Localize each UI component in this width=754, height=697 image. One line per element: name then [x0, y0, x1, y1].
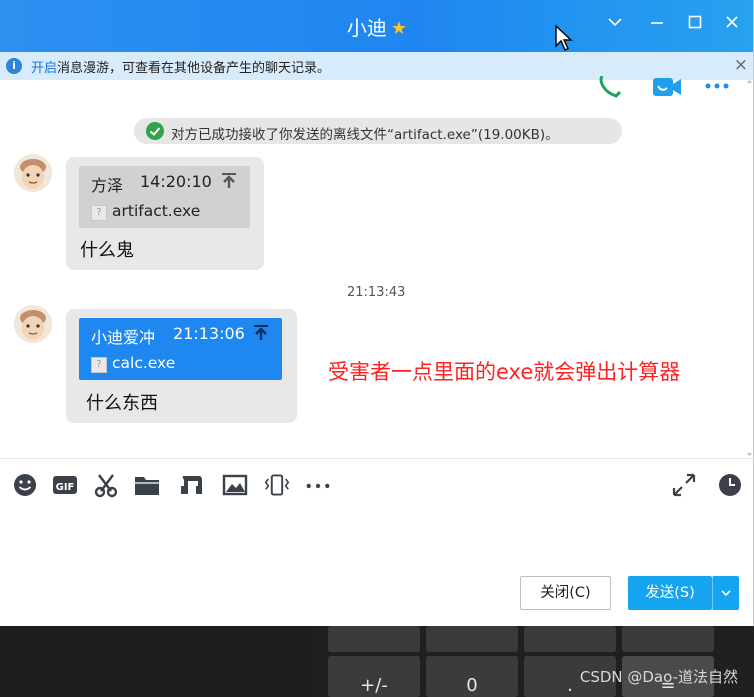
notice-message: 消息漫游，可查看在其他设备产生的聊天记录。 [57, 61, 331, 76]
chevron-down-icon [720, 590, 731, 597]
scissors-icon[interactable] [93, 472, 119, 498]
calc-key-top-4[interactable] [622, 626, 714, 652]
file-time: 14:20:10 [140, 172, 212, 191]
chevron-down-icon[interactable] [603, 14, 627, 35]
close-icon[interactable] [720, 14, 744, 35]
unknown-file-icon: ? [91, 205, 107, 221]
system-message-text: 对方已成功接收了你发送的离线文件“artifact.exe”(19.00KB)。 [171, 127, 559, 143]
contact-name: 小迪 [346, 16, 387, 40]
avatar[interactable] [14, 305, 52, 343]
more-options-icon[interactable] [704, 76, 732, 98]
svg-text:GIF: GIF [56, 482, 75, 493]
history-clock-icon[interactable] [717, 472, 743, 498]
image-icon[interactable] [222, 472, 248, 498]
input-divider [0, 458, 753, 459]
maximize-icon[interactable] [683, 14, 707, 35]
calc-key-negate[interactable]: +/- [328, 656, 420, 697]
video-call-icon[interactable] [652, 76, 682, 98]
message-text: 什么东西 [86, 393, 158, 414]
shake-icon[interactable] [264, 472, 290, 498]
enable-roaming-link[interactable]: 开启 [31, 61, 57, 76]
chat-scrollbar[interactable] [746, 80, 753, 458]
info-icon: i [6, 58, 22, 74]
file-name[interactable]: artifact.exe [112, 202, 200, 220]
file-name[interactable]: calc.exe [112, 354, 175, 372]
calc-key-top-1[interactable] [328, 626, 420, 652]
message-bubble[interactable]: 小迪爱冲 21:13:06 ? calc.exe 什么东西 [66, 309, 297, 423]
send-options-dropdown[interactable] [712, 576, 739, 610]
message-timestamp: 21:13:43 [347, 285, 406, 300]
more-icon[interactable] [305, 472, 331, 498]
file-time: 21:13:06 [173, 324, 245, 343]
minimize-icon[interactable] [645, 14, 669, 35]
message-bubble[interactable]: 方泽 14:20:10 ? artifact.exe 什么鬼 [66, 157, 264, 270]
file-sender: 小迪爱冲 [91, 328, 156, 347]
annotation-text: 受害者一点里面的exe就会弹出计算器 [328, 360, 681, 384]
avatar[interactable] [14, 154, 52, 192]
calc-key-zero[interactable]: 0 [426, 656, 518, 697]
file-card[interactable]: 方泽 14:20:10 ? artifact.exe [79, 166, 250, 228]
send-button[interactable]: 发送(S) [628, 576, 712, 610]
calc-key-top-2[interactable] [426, 626, 518, 652]
upload-arrow-icon [254, 325, 268, 340]
title-bar[interactable]: 小迪 ★ [0, 0, 753, 52]
notice-text: 开启消息漫游，可查看在其他设备产生的聊天记录。 [31, 57, 330, 76]
message-text: 什么鬼 [80, 240, 134, 261]
calc-key-top-3[interactable] [524, 626, 616, 652]
vip-star-icon: ★ [390, 18, 408, 39]
file-sender: 方泽 [91, 176, 124, 195]
expand-icon[interactable] [671, 472, 697, 498]
mouse-cursor-icon [555, 25, 573, 51]
window-title: 小迪 ★ [0, 12, 753, 41]
file-card[interactable]: 小迪爱冲 21:13:06 ? calc.exe [79, 318, 282, 380]
close-button[interactable]: 关闭(C) [520, 576, 611, 610]
folder-icon[interactable] [134, 472, 160, 498]
emoji-icon[interactable] [12, 472, 38, 498]
unknown-file-icon: ? [91, 357, 107, 373]
check-success-icon [146, 122, 164, 140]
chat-window: 小迪 ★ i 开启消息漫游，可查看在其他设备产生的聊天记录。 × 对方已成功接收… [0, 0, 754, 626]
notice-close-button[interactable]: × [734, 55, 748, 75]
phone-call-icon[interactable] [596, 76, 626, 98]
upload-arrow-icon [222, 173, 236, 188]
system-message: 对方已成功接收了你发送的离线文件“artifact.exe”(19.00KB)。 [134, 118, 622, 144]
music-icon[interactable] [178, 472, 204, 498]
watermark: CSDN @Dao-道法自然 [579, 668, 738, 686]
call-toolbar [596, 76, 729, 98]
gif-icon[interactable]: GIF [52, 472, 78, 498]
